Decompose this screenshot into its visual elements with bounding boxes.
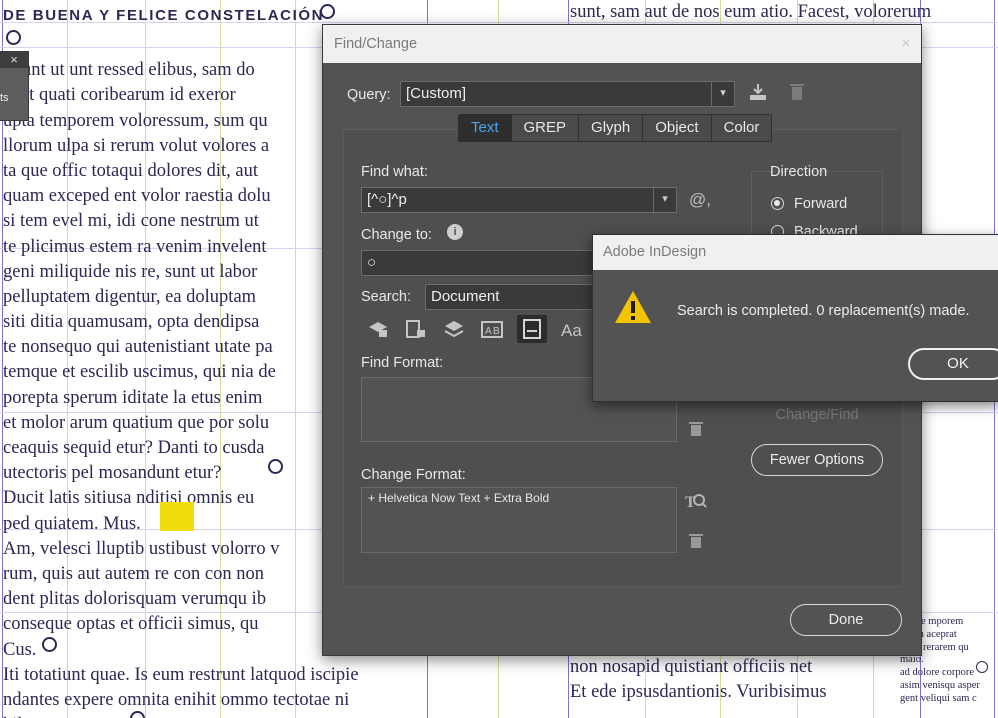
warning-icon (613, 289, 653, 330)
include-footnotes-icon[interactable] (517, 315, 547, 343)
selection-highlight (160, 502, 194, 531)
alert-dialog: Adobe InDesign Search is completed. 0 re… (592, 234, 998, 402)
query-value: [Custom] (406, 85, 467, 102)
tab-text[interactable]: Text (459, 115, 512, 141)
paragraph-marker (42, 637, 57, 652)
done-button[interactable]: Done (790, 604, 902, 636)
text-line: ndantes expere omnita enihit ommo tectot… (3, 689, 350, 710)
paragraph-marker (976, 661, 988, 673)
paragraph-marker (320, 4, 335, 19)
close-icon[interactable]: × (0, 52, 28, 68)
tab-color[interactable]: Color (712, 115, 772, 141)
search-scope-value: Document (431, 288, 500, 305)
save-query-icon[interactable] (747, 82, 769, 107)
tab-object[interactable]: Object (643, 115, 712, 141)
fewer-options-button[interactable]: Fewer Options (751, 444, 883, 476)
include-hidden-layers-icon[interactable] (443, 319, 465, 343)
chevron-down-icon: ▾ (711, 82, 734, 106)
text-line: Iti totatiunt quae. Is eum restrunt latq… (3, 664, 359, 685)
paragraph-marker (268, 459, 283, 474)
specify-format-icon[interactable]: T (685, 491, 707, 516)
change-format-label: Change Format: (361, 467, 466, 483)
change-to-field[interactable]: ○ (361, 250, 601, 276)
close-icon[interactable]: × (895, 33, 917, 55)
forward-label: Forward (794, 196, 848, 212)
svg-text:B: B (493, 326, 500, 337)
alert-titlebar[interactable]: Adobe InDesign (593, 235, 998, 270)
trash-icon[interactable] (687, 421, 705, 442)
change-to-value: ○ (367, 254, 377, 271)
case-sensitive-icon[interactable]: Aa (561, 321, 582, 341)
info-icon[interactable]: i (447, 224, 463, 240)
change-to-label: Change to: (361, 227, 432, 243)
alert-title: Adobe InDesign (603, 244, 707, 260)
text-line: gent veliqui sam c (900, 692, 977, 704)
search-type-tabs: Text GREP Glyph Object Color (458, 114, 773, 142)
find-what-value: [^○]^p (367, 191, 407, 208)
trash-icon[interactable] (687, 533, 705, 554)
query-label: Query: (347, 87, 391, 103)
panel-label: ts (0, 92, 9, 104)
change-format-box[interactable]: + Helvetica Now Text + Extra Bold (361, 487, 677, 553)
query-select[interactable]: [Custom] ▾ (400, 81, 735, 107)
tab-grep[interactable]: GREP (512, 115, 580, 141)
text-line: hil et eat (3, 713, 443, 718)
include-master-pages-icon[interactable]: AB (481, 319, 503, 343)
trash-icon[interactable] (787, 82, 807, 106)
include-locked-layers-icon[interactable] (367, 319, 389, 343)
paragraph-marker (6, 30, 21, 45)
find-format-label: Find Format: (361, 355, 444, 371)
text-line: asim venisqu asper (900, 679, 980, 691)
svg-text:A: A (485, 326, 492, 337)
direction-label: Direction (770, 164, 828, 180)
change-format-value: + Helvetica Now Text + Extra Bold (368, 491, 550, 505)
search-label: Search: (361, 289, 411, 305)
include-locked-stories-icon[interactable] (405, 319, 427, 343)
dialog-title: Find/Change (334, 36, 418, 52)
alert-message: Search is completed. 0 replacement(s) ma… (677, 303, 970, 319)
search-scope-select[interactable]: Document (425, 284, 601, 310)
change-find-button[interactable]: Change/Find (751, 399, 883, 431)
chevron-down-icon[interactable]: ▾ (653, 188, 676, 212)
find-what-label: Find what: (361, 164, 428, 180)
chapter-heading: DE BUENA Y FELICE CONSTELACIÓN (3, 7, 325, 24)
text-line: sunt, sam aut de nos eum atio. Facest, v… (570, 2, 932, 22)
dialog-titlebar[interactable]: Find/Change (323, 25, 921, 63)
forward-radio[interactable] (771, 197, 784, 210)
ok-button[interactable]: OK (908, 348, 998, 380)
find-what-field[interactable]: [^○]^p ▾ (361, 187, 677, 213)
special-characters-icon[interactable]: @, (689, 190, 711, 210)
tab-glyph[interactable]: Glyph (579, 115, 644, 141)
